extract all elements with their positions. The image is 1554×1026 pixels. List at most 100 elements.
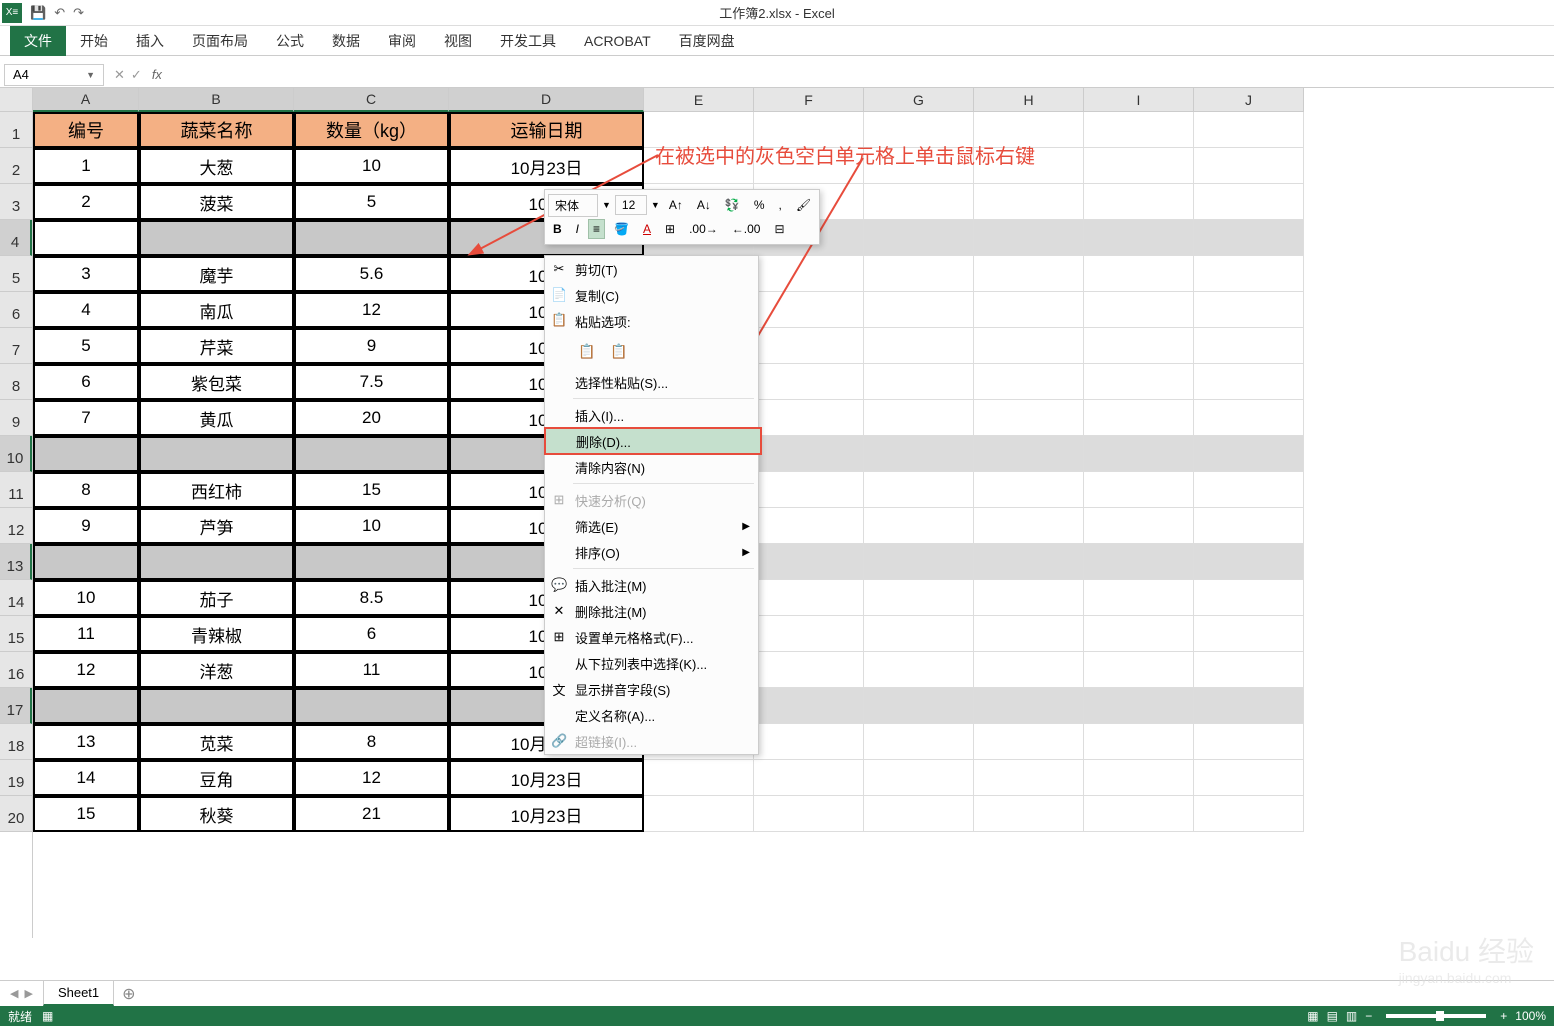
cell[interactable] xyxy=(1194,652,1304,688)
cell[interactable]: 西红柿 xyxy=(139,472,294,508)
cell[interactable] xyxy=(864,652,974,688)
row-header-7[interactable]: 7 xyxy=(0,328,32,364)
cell[interactable]: 15 xyxy=(33,796,139,832)
cell[interactable] xyxy=(1194,112,1304,148)
fill-color-icon[interactable]: 🪣 xyxy=(609,219,634,239)
cell[interactable] xyxy=(294,544,449,580)
percent-icon[interactable]: % xyxy=(749,195,770,215)
row-header-17[interactable]: 17 xyxy=(0,688,32,724)
cell[interactable] xyxy=(1084,580,1194,616)
cell[interactable] xyxy=(33,436,139,472)
cell[interactable] xyxy=(33,688,139,724)
cell[interactable] xyxy=(974,652,1084,688)
cell[interactable] xyxy=(974,508,1084,544)
row-header-3[interactable]: 3 xyxy=(0,184,32,220)
tab-9[interactable]: 百度网盘 xyxy=(665,26,749,56)
dropdown-icon[interactable]: ▼ xyxy=(651,200,660,210)
row-header-19[interactable]: 19 xyxy=(0,760,32,796)
zoom-out-icon[interactable]: − xyxy=(1365,1009,1372,1023)
cell[interactable] xyxy=(1194,580,1304,616)
cell[interactable] xyxy=(1194,328,1304,364)
cell[interactable] xyxy=(754,544,864,580)
col-header-C[interactable]: C xyxy=(294,88,449,112)
dropdown-icon[interactable]: ▼ xyxy=(602,200,611,210)
col-header-E[interactable]: E xyxy=(644,88,754,112)
sheet-tab[interactable]: Sheet1 xyxy=(43,981,114,1006)
cell[interactable] xyxy=(864,220,974,256)
cell[interactable]: 魔芋 xyxy=(139,256,294,292)
tab-7[interactable]: 开发工具 xyxy=(486,26,570,56)
cell[interactable] xyxy=(1084,364,1194,400)
cell[interactable] xyxy=(754,724,864,760)
cell[interactable]: 7 xyxy=(33,400,139,436)
cell[interactable]: 9 xyxy=(294,328,449,364)
bold-icon[interactable]: B xyxy=(548,219,567,239)
cell[interactable]: 8 xyxy=(33,472,139,508)
cell[interactable] xyxy=(1084,328,1194,364)
cell[interactable] xyxy=(754,508,864,544)
cell[interactable] xyxy=(864,184,974,220)
cell[interactable]: 11 xyxy=(33,616,139,652)
col-header-G[interactable]: G xyxy=(864,88,974,112)
cell[interactable] xyxy=(974,184,1084,220)
cell[interactable] xyxy=(754,616,864,652)
cell[interactable]: 8.5 xyxy=(294,580,449,616)
cell[interactable] xyxy=(1084,508,1194,544)
tab-6[interactable]: 视图 xyxy=(430,26,486,56)
cell[interactable] xyxy=(974,688,1084,724)
cell[interactable] xyxy=(864,580,974,616)
cell[interactable]: 大葱 xyxy=(139,148,294,184)
cell[interactable] xyxy=(1084,652,1194,688)
menu-delete-comment[interactable]: ✕删除批注(M) xyxy=(545,598,758,624)
cell[interactable]: 7.5 xyxy=(294,364,449,400)
accounting-format-icon[interactable]: 💱 xyxy=(720,195,745,215)
menu-insert-comment[interactable]: 💬插入批注(M) xyxy=(545,572,758,598)
cell[interactable] xyxy=(754,364,864,400)
cell[interactable]: 6 xyxy=(294,616,449,652)
merge-icon[interactable]: ⊟ xyxy=(769,219,789,239)
cell[interactable] xyxy=(974,472,1084,508)
cell[interactable]: 8 xyxy=(294,724,449,760)
borders-icon[interactable]: ⊞ xyxy=(660,219,680,239)
cell[interactable]: 芦笋 xyxy=(139,508,294,544)
row-header-5[interactable]: 5 xyxy=(0,256,32,292)
cell[interactable]: 15 xyxy=(294,472,449,508)
col-header-I[interactable]: I xyxy=(1084,88,1194,112)
fx-label[interactable]: fx xyxy=(152,67,162,82)
cell[interactable] xyxy=(1084,760,1194,796)
page-break-icon[interactable]: ▥ xyxy=(1346,1009,1357,1023)
cell[interactable] xyxy=(1084,688,1194,724)
cell[interactable] xyxy=(33,220,139,256)
cancel-icon[interactable]: ✕ xyxy=(114,67,125,83)
cell[interactable] xyxy=(1194,292,1304,328)
table-header[interactable]: 运输日期 xyxy=(449,112,644,148)
cell[interactable] xyxy=(1084,724,1194,760)
increase-decimal-icon[interactable]: .00→ xyxy=(684,219,723,239)
cell[interactable]: 苋菜 xyxy=(139,724,294,760)
cell[interactable]: 10 xyxy=(33,580,139,616)
cell[interactable]: 5 xyxy=(294,184,449,220)
zoom-level[interactable]: 100% xyxy=(1515,1009,1546,1023)
cell[interactable] xyxy=(864,688,974,724)
cell[interactable] xyxy=(864,796,974,832)
cell[interactable] xyxy=(1084,400,1194,436)
cell[interactable] xyxy=(974,544,1084,580)
cell[interactable] xyxy=(864,508,974,544)
menu-cut[interactable]: ✂剪切(T) xyxy=(545,256,758,282)
cell[interactable]: 芹菜 xyxy=(139,328,294,364)
cell[interactable] xyxy=(754,256,864,292)
cell[interactable] xyxy=(864,760,974,796)
cell[interactable]: 黄瓜 xyxy=(139,400,294,436)
accept-icon[interactable]: ✓ xyxy=(131,67,142,83)
cell[interactable]: 12 xyxy=(33,652,139,688)
cell[interactable] xyxy=(864,472,974,508)
row-header-15[interactable]: 15 xyxy=(0,616,32,652)
cell[interactable] xyxy=(1084,292,1194,328)
paste-values-button[interactable]: 📋 xyxy=(607,339,631,363)
cell[interactable] xyxy=(1194,436,1304,472)
cell[interactable] xyxy=(974,256,1084,292)
cell[interactable] xyxy=(1084,796,1194,832)
add-sheet-button[interactable]: ⊕ xyxy=(114,980,143,1008)
table-header[interactable]: 数量（kg） xyxy=(294,112,449,148)
cell[interactable] xyxy=(754,436,864,472)
